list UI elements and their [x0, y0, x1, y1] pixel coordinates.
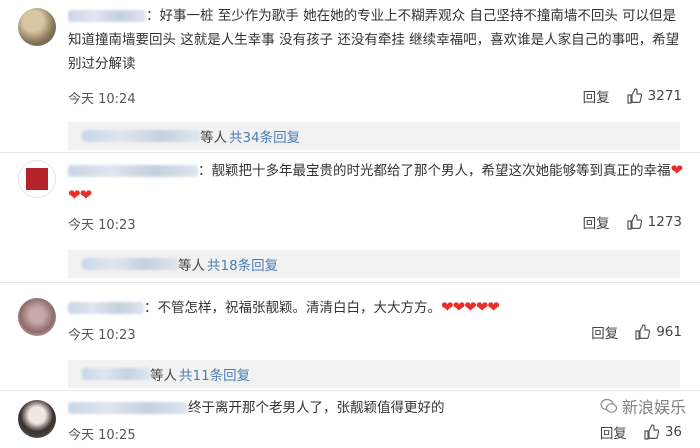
thumbs-up-icon — [635, 324, 651, 340]
timestamp: 今天 10:23 — [68, 328, 136, 343]
like-count: 961 — [656, 324, 682, 340]
avatar[interactable] — [18, 8, 56, 46]
like-button[interactable]: 961 — [634, 324, 682, 340]
divider — [0, 390, 700, 391]
like-count: 36 — [664, 424, 682, 440]
comment-body: 终于离开那个老男人了，张靓颖值得更好的 — [188, 400, 445, 416]
username[interactable] — [68, 302, 144, 314]
thumbs-up-icon — [627, 88, 642, 104]
username[interactable] — [68, 402, 188, 414]
reply-summary[interactable]: 等人 共11条回复 — [68, 360, 680, 388]
like-button[interactable]: 3271 — [626, 88, 682, 104]
timestamp: 今天 10:23 — [68, 218, 136, 233]
divider — [0, 282, 700, 283]
reply-button[interactable]: 回复 — [583, 212, 610, 232]
reply-button[interactable]: 回复 — [600, 422, 627, 442]
like-count: 3271 — [647, 88, 682, 104]
comment-body: ：好事一桩 至少作为歌手 她在她的专业上不糊弄观众 自己坚持不撞南墙不回头 可以… — [68, 8, 680, 72]
thumbs-up-icon — [627, 214, 642, 230]
thumbs-up-icon — [644, 424, 659, 440]
timestamp: 今天 10:25 — [68, 428, 136, 443]
username[interactable] — [68, 10, 146, 22]
view-replies-link[interactable]: 共34条回复 — [229, 126, 300, 146]
view-replies-link[interactable]: 共11条回复 — [179, 364, 250, 384]
like-button[interactable]: 36 — [643, 424, 682, 440]
divider — [0, 152, 700, 153]
timestamp: 今天 10:24 — [68, 92, 136, 107]
reply-summary-prefix: 等人 — [200, 130, 227, 146]
username[interactable] — [68, 165, 198, 177]
avatar[interactable] — [18, 400, 56, 438]
replier-names — [82, 368, 150, 380]
comment-body: ：不管怎样，祝福张靓颖。清清白白，大大方方。 — [144, 300, 441, 316]
avatar[interactable] — [18, 160, 56, 198]
comment-text: ：不管怎样，祝福张靓颖。清清白白，大大方方。❤❤❤❤❤ — [68, 295, 683, 320]
replier-names — [82, 130, 200, 142]
reply-summary-prefix: 等人 — [150, 368, 177, 384]
comment-text: ：好事一桩 至少作为歌手 她在她的专业上不糊弄观众 自己坚持不撞南墙不回头 可以… — [68, 4, 683, 76]
replier-names — [82, 258, 178, 270]
reply-summary[interactable]: 等人 共18条回复 — [68, 250, 680, 278]
avatar[interactable] — [18, 298, 56, 336]
comment-text: ：靓颖把十多年最宝贵的时光都给了那个男人，希望这次她能够等到真正的幸福❤❤❤ — [68, 158, 683, 208]
watermark-text: 新浪娱乐 — [621, 398, 686, 417]
reply-summary[interactable]: 等人 共34条回复 — [68, 122, 680, 150]
reply-summary-prefix: 等人 — [178, 258, 205, 274]
comment-text: 终于离开那个老男人了，张靓颖值得更好的 — [68, 396, 683, 420]
like-count: 1273 — [647, 214, 682, 230]
reply-button[interactable]: 回复 — [583, 86, 610, 106]
like-button[interactable]: 1273 — [626, 214, 682, 230]
view-replies-link[interactable]: 共18条回复 — [207, 254, 278, 274]
wechat-icon — [600, 398, 618, 413]
reply-button[interactable]: 回复 — [591, 322, 618, 342]
watermark: 新浪娱乐 — [600, 394, 686, 418]
heart-emoji: ❤❤❤❤❤ — [441, 298, 500, 316]
comment-body: ：靓颖把十多年最宝贵的时光都给了那个男人，希望这次她能够等到真正的幸福 — [198, 163, 671, 179]
